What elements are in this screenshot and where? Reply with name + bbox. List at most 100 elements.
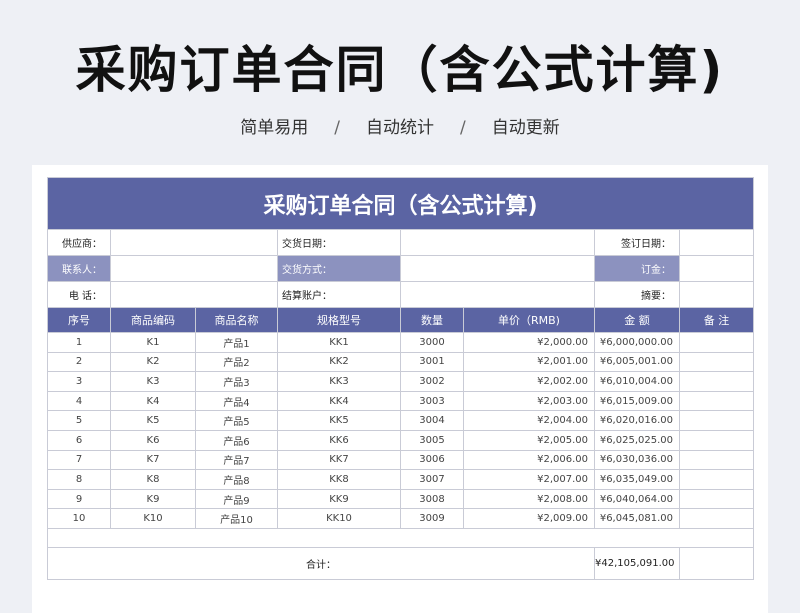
cell-amount[interactable]: ¥6,000,000.00	[594, 332, 680, 353]
cell-quantity[interactable]: 3005	[400, 429, 464, 451]
cell-index[interactable]: 2	[47, 351, 111, 373]
supplier-field[interactable]	[110, 229, 278, 256]
cell-quantity[interactable]: 3009	[400, 508, 464, 529]
cell-remark[interactable]	[678, 371, 755, 392]
delivery-date-field[interactable]	[400, 229, 595, 256]
total-remark[interactable]	[678, 546, 755, 580]
cell-index[interactable]: 10	[47, 508, 111, 529]
cell-quantity[interactable]: 3001	[400, 351, 464, 373]
cell-product-name[interactable]: 产品4	[195, 390, 278, 412]
cell-spec[interactable]: KK1	[277, 332, 401, 353]
cell-spec[interactable]: KK10	[277, 508, 401, 529]
cell-quantity[interactable]: 3006	[400, 449, 464, 471]
cell-remark[interactable]	[678, 351, 755, 373]
cell-remark[interactable]	[678, 429, 755, 451]
cell-product-name[interactable]: 产品5	[195, 410, 278, 431]
cell-quantity[interactable]: 3007	[400, 469, 464, 490]
cell-unit-price[interactable]: ¥2,009.00	[463, 508, 595, 529]
table-header-row: 序号 商品编码 商品名称 规格型号 数量 单价（RMB) 金 额 备 注	[47, 307, 755, 333]
cell-index[interactable]: 3	[47, 371, 111, 392]
cell-unit-price[interactable]: ¥2,008.00	[463, 488, 595, 510]
cell-remark[interactable]	[678, 508, 755, 529]
cell-product-code[interactable]: K4	[110, 390, 196, 412]
cell-spec[interactable]: KK9	[277, 488, 401, 510]
cell-unit-price[interactable]: ¥2,007.00	[463, 469, 595, 490]
cell-remark[interactable]	[678, 488, 755, 510]
column-header-unit-price: 单价（RMB)	[463, 307, 595, 333]
table-row: 3 K3 产品3 KK3 3002 ¥2,002.00 ¥6,010,004.0…	[47, 371, 755, 392]
cell-index[interactable]: 9	[47, 488, 111, 510]
cell-product-code[interactable]: K2	[110, 351, 196, 373]
cell-unit-price[interactable]: ¥2,000.00	[463, 332, 595, 353]
cell-index[interactable]: 1	[47, 332, 111, 353]
cell-product-code[interactable]: K3	[110, 371, 196, 392]
cell-product-code[interactable]: K1	[110, 332, 196, 353]
summary-field[interactable]	[678, 281, 755, 308]
contact-field[interactable]	[110, 255, 278, 282]
cell-amount[interactable]: ¥6,035,049.00	[594, 469, 680, 490]
cell-product-code[interactable]: K9	[110, 488, 196, 510]
phone-field[interactable]	[110, 281, 278, 308]
cell-product-code[interactable]: K10	[110, 508, 196, 529]
cell-amount[interactable]: ¥6,010,004.00	[594, 371, 680, 392]
cell-product-code[interactable]: K7	[110, 449, 196, 471]
cell-unit-price[interactable]: ¥2,003.00	[463, 390, 595, 412]
cell-amount[interactable]: ¥6,020,016.00	[594, 410, 680, 431]
cell-product-code[interactable]: K8	[110, 469, 196, 490]
cell-quantity[interactable]: 3004	[400, 410, 464, 431]
cell-remark[interactable]	[678, 410, 755, 431]
cell-quantity[interactable]: 3000	[400, 332, 464, 353]
cell-amount[interactable]: ¥6,045,081.00	[594, 508, 680, 529]
info-row-contact: 联系人： 交货方式： 订金：	[47, 255, 755, 282]
cell-amount[interactable]: ¥6,005,001.00	[594, 351, 680, 373]
cell-remark[interactable]	[678, 449, 755, 471]
cell-amount[interactable]: ¥6,040,064.00	[594, 488, 680, 510]
cell-product-name[interactable]: 产品8	[195, 469, 278, 490]
cell-index[interactable]: 8	[47, 469, 111, 490]
info-row-phone: 电 话： 结算账户： 摘要：	[47, 281, 755, 308]
cell-product-name[interactable]: 产品2	[195, 351, 278, 373]
cell-spec[interactable]: KK8	[277, 469, 401, 490]
cell-remark[interactable]	[678, 469, 755, 490]
cell-unit-price[interactable]: ¥2,005.00	[463, 429, 595, 451]
cell-quantity[interactable]: 3002	[400, 371, 464, 392]
cell-spec[interactable]: KK6	[277, 429, 401, 451]
cell-index[interactable]: 7	[47, 449, 111, 471]
cell-quantity[interactable]: 3008	[400, 488, 464, 510]
cell-product-name[interactable]: 产品6	[195, 429, 278, 451]
total-amount[interactable]: ¥42,105,091.00	[594, 546, 680, 580]
table-row: 9 K9 产品9 KK9 3008 ¥2,008.00 ¥6,040,064.0…	[47, 488, 755, 510]
cell-index[interactable]: 5	[47, 410, 111, 431]
blank-cell[interactable]	[46, 527, 755, 548]
cell-quantity[interactable]: 3003	[400, 390, 464, 412]
delivery-method-field[interactable]	[400, 255, 595, 282]
cell-unit-price[interactable]: ¥2,004.00	[463, 410, 595, 431]
sign-date-field[interactable]	[678, 229, 755, 256]
cell-product-name[interactable]: 产品1	[195, 332, 278, 353]
cell-spec[interactable]: KK5	[277, 410, 401, 431]
cell-amount[interactable]: ¥6,015,009.00	[594, 390, 680, 412]
deposit-field[interactable]	[678, 255, 755, 282]
cell-spec[interactable]: KK2	[277, 351, 401, 373]
cell-amount[interactable]: ¥6,025,025.00	[594, 429, 680, 451]
cell-index[interactable]: 6	[47, 429, 111, 451]
cell-spec[interactable]: KK3	[277, 371, 401, 392]
cell-product-code[interactable]: K5	[110, 410, 196, 431]
cell-index[interactable]: 4	[47, 390, 111, 412]
settlement-account-field[interactable]	[400, 281, 595, 308]
cell-product-name[interactable]: 产品9	[195, 488, 278, 510]
cell-spec[interactable]: KK4	[277, 390, 401, 412]
cell-product-code[interactable]: K6	[110, 429, 196, 451]
column-header-index: 序号	[47, 307, 111, 333]
cell-product-name[interactable]: 产品3	[195, 371, 278, 392]
cell-remark[interactable]	[678, 332, 755, 353]
cell-unit-price[interactable]: ¥2,006.00	[463, 449, 595, 471]
cell-spec[interactable]: KK7	[277, 449, 401, 471]
cell-product-name[interactable]: 产品7	[195, 449, 278, 471]
cell-remark[interactable]	[678, 390, 755, 412]
cell-amount[interactable]: ¥6,030,036.00	[594, 449, 680, 471]
cell-unit-price[interactable]: ¥2,002.00	[463, 371, 595, 392]
cell-product-name[interactable]: 产品10	[195, 508, 278, 529]
cell-unit-price[interactable]: ¥2,001.00	[463, 351, 595, 373]
table-row: 2 K2 产品2 KK2 3001 ¥2,001.00 ¥6,005,001.0…	[47, 351, 755, 373]
